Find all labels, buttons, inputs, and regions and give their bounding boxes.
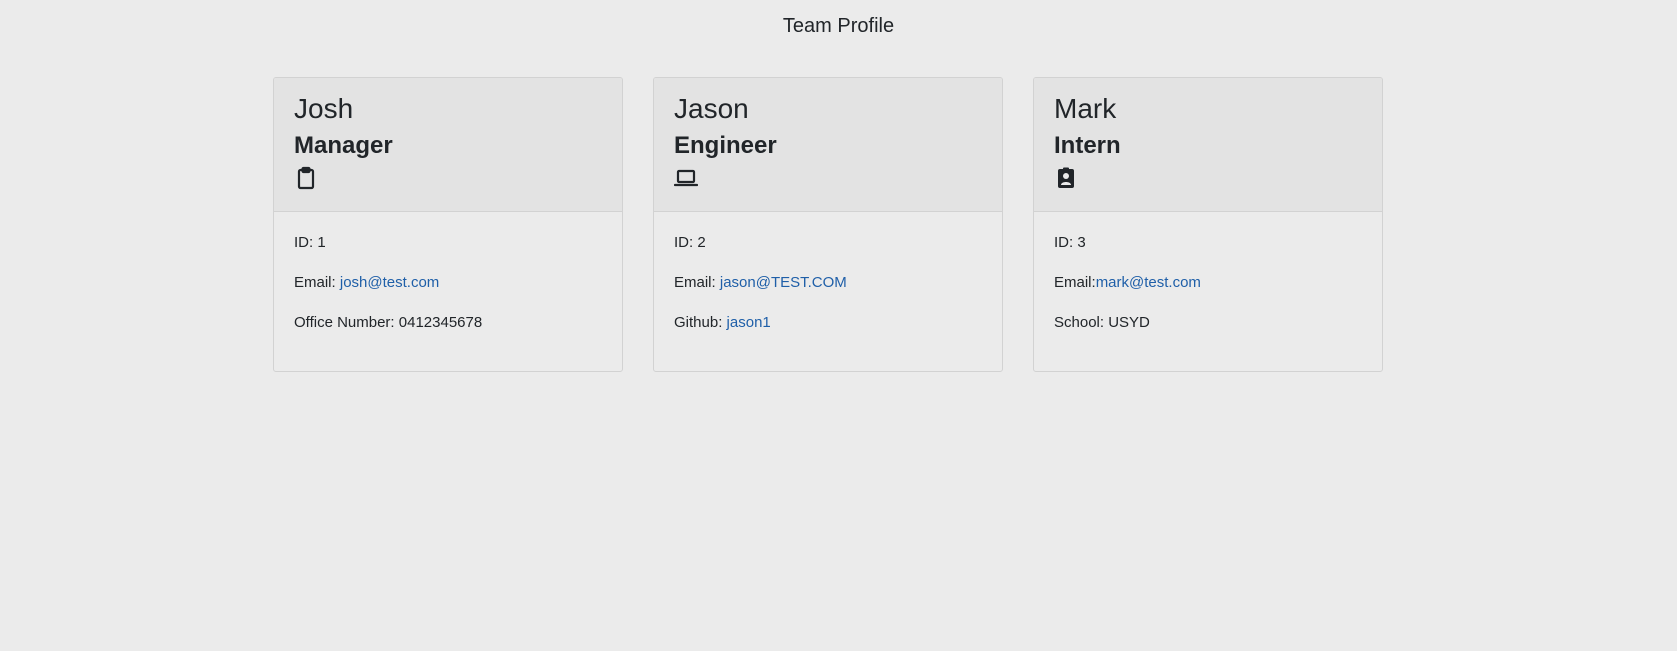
employee-email: Email:mark@test.com [1054, 274, 1201, 291]
employee-card-manager: Josh Manager ID: 1 Email: josh@test.com … [273, 77, 623, 372]
card-body: ID: 1 Email: josh@test.com Office Number… [274, 212, 622, 332]
employee-role: Intern [1054, 132, 1121, 159]
employee-email: Email: josh@test.com [294, 274, 440, 291]
page-header: Team Profile [0, 0, 1677, 38]
card-header: Josh Manager [274, 78, 622, 212]
employee-name: Mark [1054, 93, 1117, 124]
employee-id: ID: 1 [294, 234, 326, 251]
email-link[interactable]: jason@TEST.COM [720, 274, 847, 291]
clipboard-icon [297, 166, 315, 190]
employee-name: Josh [294, 93, 354, 124]
employee-card-intern: Mark Intern ID: 3 Email:mark@test.com Sc… [1033, 77, 1383, 372]
school-name: School: USYD [1054, 314, 1150, 331]
student-id-icon [1058, 167, 1074, 188]
github-link[interactable]: jason1 [727, 314, 771, 331]
card-header: Jason Engineer [654, 78, 1002, 212]
email-link[interactable]: mark@test.com [1096, 274, 1201, 291]
employee-id: ID: 3 [1054, 234, 1086, 251]
employee-id: ID: 2 [674, 234, 706, 251]
office-number: Office Number: 0412345678 [294, 314, 483, 331]
employee-card-engineer: Jason Engineer ID: 2 Email: jason@TEST.C… [653, 77, 1003, 372]
employee-role: Manager [294, 132, 393, 159]
card-body: ID: 3 Email:mark@test.com School: USYD [1034, 212, 1382, 332]
github-username: Github: jason1 [674, 314, 771, 331]
card-body: ID: 2 Email: jason@TEST.COM Github: jaso… [654, 212, 1002, 332]
page-title: Team Profile [782, 15, 895, 37]
laptop-icon [674, 169, 698, 187]
employee-email: Email: jason@TEST.COM [674, 274, 847, 291]
email-link[interactable]: josh@test.com [340, 274, 439, 291]
team-cards: Josh Manager ID: 1 Email: josh@test.com … [273, 77, 1383, 372]
employee-role: Engineer [674, 132, 777, 159]
card-header: Mark Intern [1034, 78, 1382, 212]
employee-name: Jason [674, 93, 749, 124]
